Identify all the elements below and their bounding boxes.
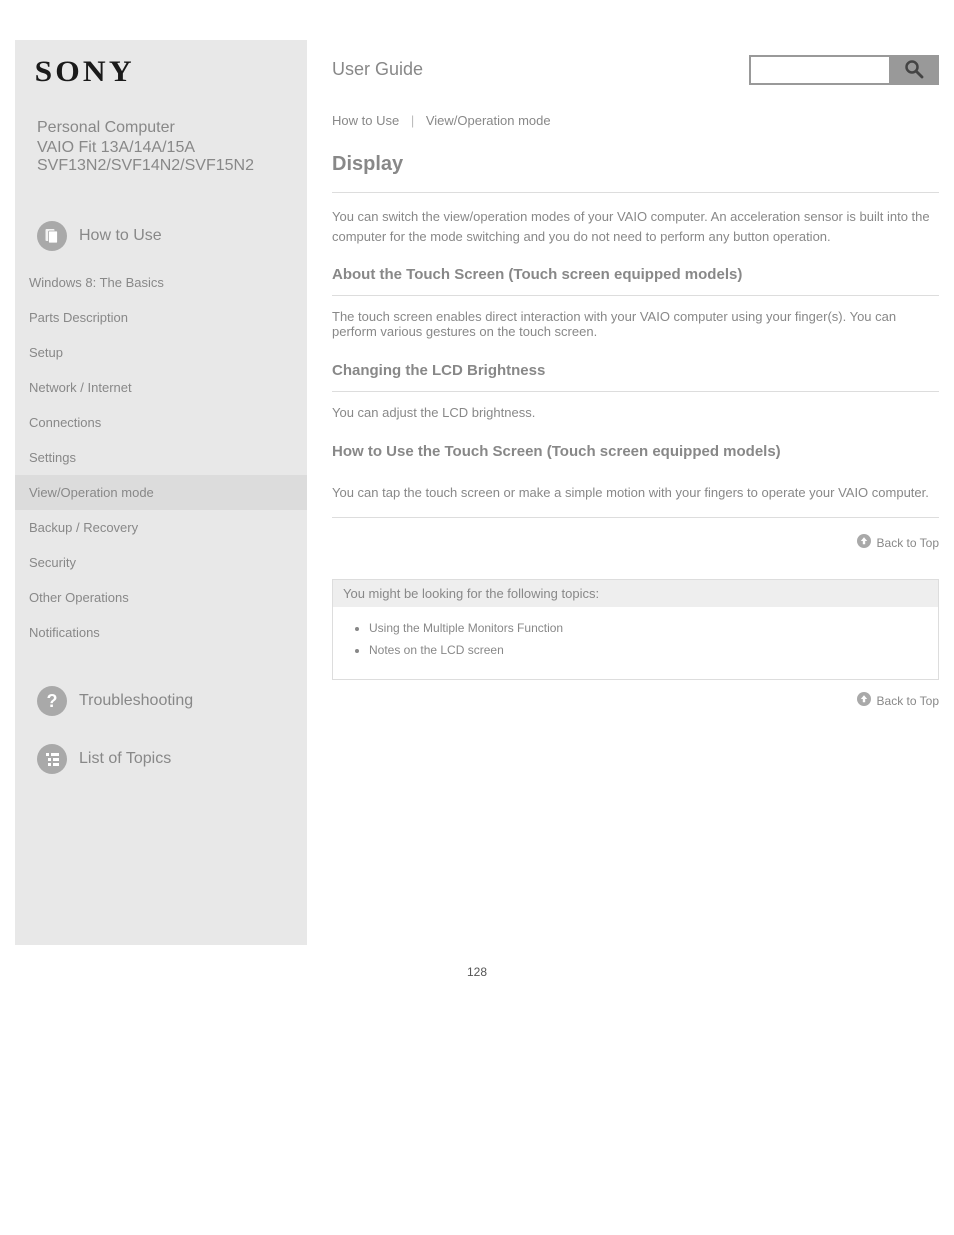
nav-group-troubleshooting[interactable]: ? Troubleshooting xyxy=(15,680,307,722)
breadcrumb-a[interactable]: How to Use xyxy=(332,113,399,128)
nav-group-label-list: List of Topics xyxy=(79,750,171,768)
sidebar-item-other[interactable]: Other Operations xyxy=(15,580,307,615)
section-body-2: You can tap the touch screen or make a s… xyxy=(332,482,939,503)
sidebar-item-notifications[interactable]: Notifications xyxy=(15,615,307,650)
section-title-1[interactable]: Changing the LCD Brightness xyxy=(332,362,939,392)
related-link-0[interactable]: Using the Multiple Monitors Function xyxy=(369,617,928,639)
brand-logo-text: SONY xyxy=(35,55,135,89)
breadcrumb: How to Use | View/Operation mode xyxy=(332,113,939,128)
breadcrumb-b[interactable]: View/Operation mode xyxy=(426,113,551,128)
section-title-2[interactable]: How to Use the Touch Screen (Touch scree… xyxy=(332,443,939,472)
list-icon xyxy=(37,744,67,774)
product-name: Personal Computer xyxy=(15,89,307,137)
back-to-top-2: Back to Top xyxy=(332,680,939,717)
page-number: 128 xyxy=(0,945,954,999)
sidebar-item-view-mode[interactable]: View/Operation mode xyxy=(15,475,307,510)
nav-sub-list: Windows 8: The Basics Parts Description … xyxy=(15,265,307,650)
search-input[interactable] xyxy=(749,55,889,85)
back-to-top-link[interactable]: Back to Top xyxy=(857,534,939,551)
nav-group-list-topics[interactable]: List of Topics xyxy=(15,738,307,780)
related-topics: You might be looking for the following t… xyxy=(332,579,939,680)
search-icon xyxy=(904,59,924,82)
sidebar-item-parts[interactable]: Parts Description xyxy=(15,300,307,335)
search-button[interactable] xyxy=(889,55,939,85)
model-name: VAIO Fit 13A/14A/15A SVF13N2/SVF14N2/SVF… xyxy=(15,137,307,175)
user-guide-label: User Guide xyxy=(332,59,423,80)
section-body-1: You can adjust the LCD brightness. xyxy=(332,402,939,423)
breadcrumb-sep: | xyxy=(403,113,422,128)
sidebar-item-network[interactable]: Network / Internet xyxy=(15,370,307,405)
nav-group-label-troubleshoot: Troubleshooting xyxy=(79,692,193,710)
sidebar-item-setup[interactable]: Setup xyxy=(15,335,307,370)
svg-text:?: ? xyxy=(47,691,58,711)
back-to-top-label: Back to Top xyxy=(877,536,939,550)
book-icon xyxy=(37,221,67,251)
search xyxy=(749,55,939,85)
arrow-up-icon xyxy=(857,534,871,551)
related-title: You might be looking for the following t… xyxy=(333,580,938,607)
sidebar-item-backup[interactable]: Backup / Recovery xyxy=(15,510,307,545)
back-to-top-label-2: Back to Top xyxy=(877,694,939,708)
section-title-0[interactable]: About the Touch Screen (Touch screen equ… xyxy=(332,266,939,296)
section-body-0: The touch screen enables direct interact… xyxy=(332,306,939,342)
sidebar: SONY Personal Computer VAIO Fit 13A/14A/… xyxy=(15,40,307,945)
nav-section: How to Use Windows 8: The Basics Parts D… xyxy=(15,215,307,780)
brand-logo: SONY xyxy=(15,40,307,89)
sidebar-item-settings[interactable]: Settings xyxy=(15,440,307,475)
help-icon: ? xyxy=(37,686,67,716)
back-to-top: Back to Top xyxy=(332,522,939,559)
arrow-up-icon xyxy=(857,692,871,709)
divider xyxy=(332,517,939,518)
sidebar-item-connections[interactable]: Connections xyxy=(15,405,307,440)
back-to-top-link-2[interactable]: Back to Top xyxy=(857,692,939,709)
sidebar-item-security[interactable]: Security xyxy=(15,545,307,580)
intro-text: You can switch the view/operation modes … xyxy=(332,207,939,246)
main-content: User Guide How to Use | View/Operation m… xyxy=(307,40,939,945)
sidebar-item-windows8[interactable]: Windows 8: The Basics xyxy=(15,265,307,300)
nav-group-label: How to Use xyxy=(79,227,162,245)
page-title: Display xyxy=(332,153,939,193)
nav-group-how-to-use[interactable]: How to Use xyxy=(15,215,307,257)
related-link-1[interactable]: Notes on the LCD screen xyxy=(369,639,928,661)
